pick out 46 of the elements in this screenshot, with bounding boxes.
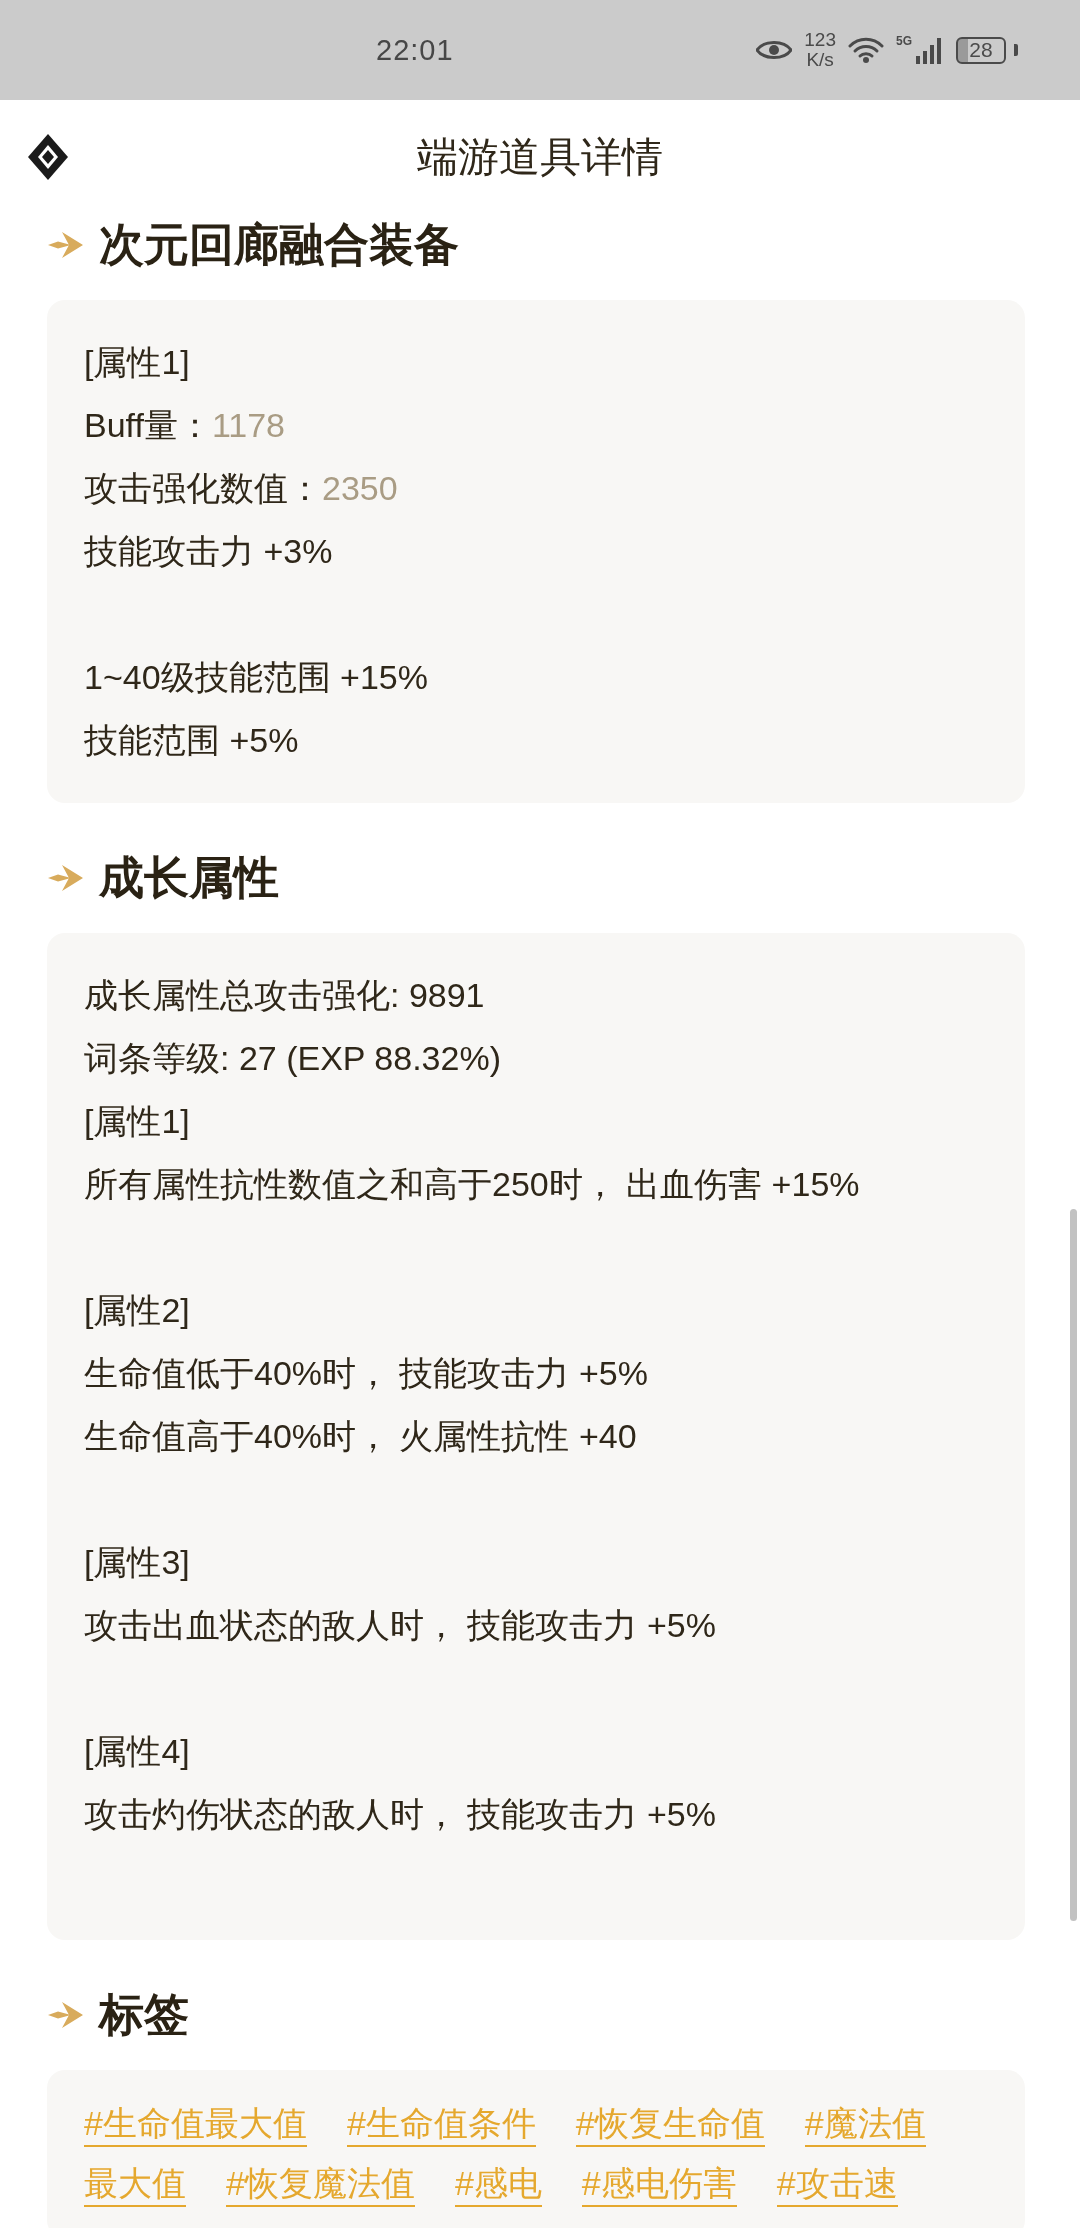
tag-link[interactable]: #感电 [454,2161,542,2207]
detail-line: 所有属性抗性数值之和高于250时， 出血伤害 +15% [84,1164,861,1205]
battery-tip-icon [1014,44,1018,56]
detail-line: 词条等级: 27 (EXP 88.32%) [84,1038,502,1079]
arrow-icon [47,230,85,260]
battery-level: 28 [956,36,1006,64]
arrow-icon [47,2000,85,2030]
tag-link[interactable]: #恢复魔法值 [226,2161,415,2207]
detail-line: 生命值低于40%时， 技能攻击力 +5% [84,1353,649,1394]
speed-value: 123 [804,30,836,50]
eye-icon [756,39,793,61]
tag-link[interactable]: #恢复生命值 [575,2101,765,2147]
detail-line: 1~40级技能范围 +15% [84,657,429,698]
network-type: 5G [896,34,912,48]
stat-label: Buff量： [84,404,212,446]
section-title: 成长属性 [99,851,279,905]
detail-line: [属性1] [84,1101,191,1142]
detail-line: [属性3] [84,1542,191,1583]
tag-link[interactable]: #攻击速 [776,2161,898,2207]
detail-line: 攻击出血状态的敌人时， 技能攻击力 +5% [84,1605,717,1646]
section-title: 次元回廊融合装备 [99,218,459,272]
detail-line: 生命值高于40%时， 火属性抗性 +40 [84,1416,638,1457]
stat-label: 攻击强化数值： [84,467,322,509]
signal-icon [914,36,944,64]
detail-line: 成长属性总攻击强化: 9891 [84,975,486,1016]
stat-value: 2350 [322,469,398,508]
detail-line: [属性1] [84,342,191,383]
wifi-icon [848,36,884,64]
section-title: 标签 [99,1988,189,2042]
tag-link[interactable]: #感电伤害 [581,2161,737,2207]
tag-link[interactable]: #生命值条件 [346,2101,536,2147]
detail-line: 技能范围 +5% [84,720,300,761]
speed-unit: K/s [806,50,834,70]
scrollbar-thumb[interactable] [1070,1209,1077,1921]
tag-link[interactable]: #生命值最大值 [84,2101,307,2147]
detail-line: 技能攻击力 +3% [84,531,334,572]
status-time: 22:01 [376,33,454,67]
detail-line: [属性2] [84,1290,191,1331]
detail-line: 攻击灼伤状态的敌人时， 技能攻击力 +5% [84,1794,717,1835]
stat-value: 1178 [211,406,285,445]
detail-line: [属性4] [84,1731,191,1772]
tag-link[interactable]: #魔法值 [804,2101,926,2147]
diamond-logo-icon[interactable] [28,134,68,180]
arrow-icon [47,863,85,893]
page-title: 端游道具详情 [417,132,663,182]
tag-link[interactable]: 最大值 [84,2161,186,2207]
